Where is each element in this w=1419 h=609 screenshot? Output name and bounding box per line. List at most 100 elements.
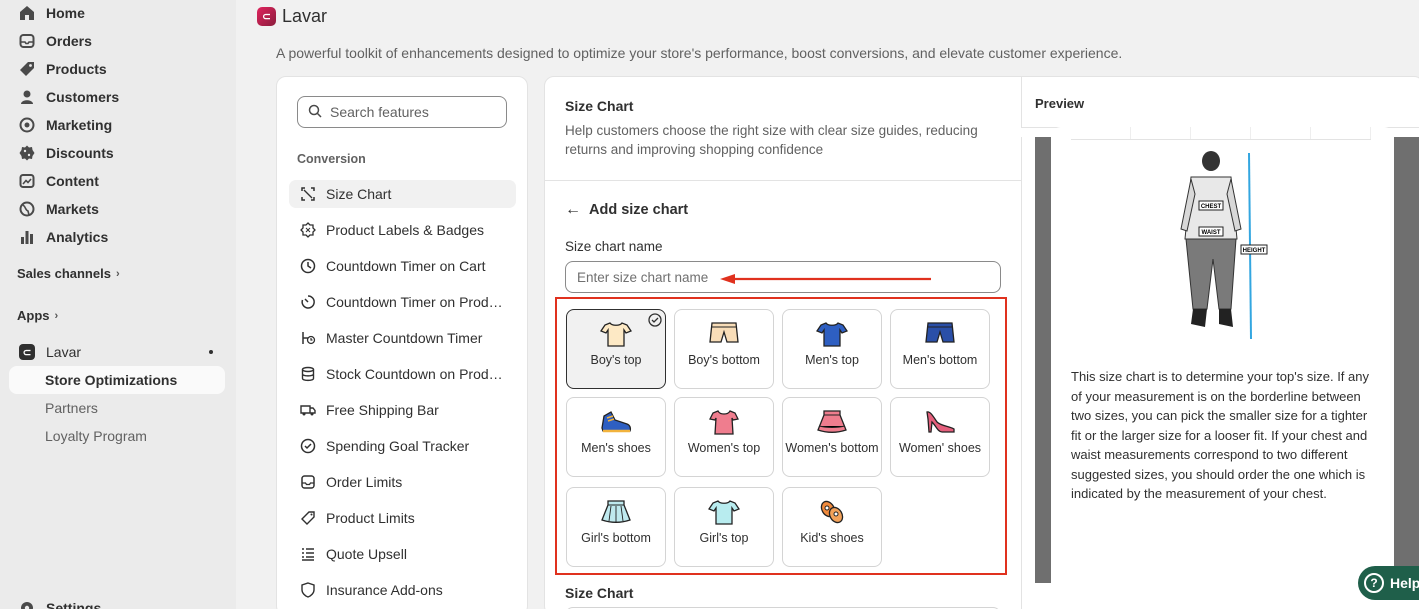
template-mens-shoes[interactable]: Men's shoes	[566, 397, 666, 477]
help-button[interactable]: ? Help	[1358, 566, 1419, 600]
sidebar-item-orders[interactable]: Orders	[9, 27, 225, 55]
shield-icon	[299, 581, 317, 599]
feature-product-limits[interactable]: Product Limits	[289, 504, 516, 532]
tshirt-icon	[600, 322, 632, 347]
feature-label: Product Labels & Badges	[326, 222, 484, 238]
search-input[interactable]	[330, 104, 490, 120]
arrow-left-icon: ←	[565, 201, 581, 218]
template-womens-shoes[interactable]: Women' shoes	[890, 397, 990, 477]
back-button[interactable]: ← Add size chart	[565, 201, 688, 219]
check-circle-icon	[648, 313, 662, 327]
annotation-arrow-icon	[720, 274, 931, 284]
feature-countdown-product[interactable]: Countdown Timer on Product Page	[289, 288, 516, 316]
sidebar-item-markets[interactable]: Markets	[9, 195, 225, 223]
template-womens-top[interactable]: Women's top	[674, 397, 774, 477]
sidebar-item-label: Products	[46, 61, 107, 77]
sidebar-item-content[interactable]: Content	[9, 167, 225, 195]
feature-label: Size Chart	[326, 186, 392, 202]
feature-size-chart[interactable]: Size Chart	[289, 180, 516, 208]
template-girls-bottom[interactable]: Girl's bottom	[566, 487, 666, 567]
apps-label: Apps	[17, 308, 50, 323]
stopwatch-icon	[299, 329, 317, 347]
check-circle-icon	[299, 437, 317, 455]
feature-label: Free Shipping Bar	[326, 402, 439, 418]
feature-product-labels[interactable]: Product Labels & Badges	[289, 216, 516, 244]
lavar-app-icon: ⊂	[18, 343, 36, 361]
help-label: Help	[1390, 575, 1419, 591]
template-grid: Boy's top Boy's bottom Men's top Men's b…	[555, 297, 1007, 575]
sidebar-item-discounts[interactable]: Discounts	[9, 139, 225, 167]
sidebar-sub-partners[interactable]: Partners	[9, 394, 225, 422]
template-boys-top[interactable]: Boy's top	[566, 309, 666, 389]
analytics-icon	[18, 228, 36, 246]
measurement-figure-icon: CHEST WAIST HEIGHT	[1180, 151, 1268, 340]
sidebar-item-settings[interactable]: Settings	[9, 594, 225, 609]
template-label: Men's bottom	[902, 353, 978, 367]
skirt-icon	[817, 410, 847, 433]
shirt-icon	[816, 322, 848, 347]
sidebar-item-label: Customers	[46, 89, 120, 105]
sidebar-sub-loyalty-program[interactable]: Loyalty Program	[9, 422, 225, 450]
sidebar-item-label: Discounts	[46, 145, 114, 161]
feature-free-shipping[interactable]: Free Shipping Bar	[289, 396, 516, 424]
template-mens-bottom[interactable]: Men's bottom	[890, 309, 990, 389]
marketing-icon	[18, 116, 36, 134]
feature-master-countdown[interactable]: Master Countdown Timer	[289, 324, 516, 352]
preview-label: Preview	[1035, 96, 1085, 111]
feature-label: Insurance Add-ons	[326, 582, 443, 598]
template-label: Women's top	[687, 441, 761, 455]
feature-list-card: Conversion Size Chart Product Labels & B…	[276, 76, 528, 609]
apps-header[interactable]: Apps ›	[17, 308, 58, 323]
feature-quote-upsell[interactable]: Quote Upsell	[289, 540, 516, 568]
feature-label: Order Limits	[326, 474, 403, 490]
feature-label: Product Limits	[326, 510, 415, 526]
pin-dot-icon	[209, 350, 213, 354]
feature-label: Stock Countdown on Product Page	[326, 366, 506, 382]
feature-stock-countdown[interactable]: Stock Countdown on Product Page	[289, 360, 516, 388]
sidebar-item-label: Marketing	[46, 117, 113, 133]
feature-order-limits[interactable]: Order Limits	[289, 468, 516, 496]
sidebar-item-label: Settings	[46, 600, 102, 609]
divider	[545, 180, 1021, 181]
chest-label: CHEST	[1201, 204, 1222, 210]
sales-channels-header[interactable]: Sales channels ›	[17, 266, 120, 281]
sidebar-item-lavar[interactable]: ⊂ Lavar	[9, 338, 225, 366]
feature-countdown-cart[interactable]: Countdown Timer on Cart	[289, 252, 516, 280]
feature-spending-goal[interactable]: Spending Goal Tracker	[289, 432, 516, 460]
template-girls-top[interactable]: Girl's top	[674, 487, 774, 567]
sneaker-icon	[601, 411, 632, 433]
sidebar-item-label: Analytics	[46, 229, 109, 245]
search-box[interactable]	[297, 96, 507, 128]
page-title: Lavar	[282, 6, 328, 26]
sidebar-item-analytics[interactable]: Analytics	[9, 223, 225, 251]
sidebar-item-home[interactable]: Home	[9, 0, 225, 27]
sidebar-item-customers[interactable]: Customers	[9, 83, 225, 111]
help-icon: ?	[1364, 573, 1384, 593]
markets-icon	[18, 200, 36, 218]
sidebar-item-label: Lavar	[46, 344, 82, 360]
template-womens-bottom[interactable]: Women's bottom	[782, 397, 882, 477]
template-kids-shoes[interactable]: Kid's shoes	[782, 487, 882, 567]
kids-shoes-icon	[820, 500, 844, 524]
template-label: Girl's top	[699, 531, 749, 545]
lavar-logo-icon: ⊂	[257, 7, 276, 26]
template-mens-top[interactable]: Men's top	[782, 309, 882, 389]
sidebar-item-products[interactable]: Products	[9, 55, 225, 83]
sidebar-item-label: Content	[46, 173, 99, 189]
tag-icon	[299, 509, 317, 527]
discounts-icon	[18, 144, 36, 162]
sidebar-sub-label: Partners	[45, 400, 98, 416]
resize-icon	[299, 185, 317, 203]
gear-icon	[18, 599, 36, 609]
orders-icon	[18, 32, 36, 50]
sidebar-sub-store-optimizations[interactable]: Store Optimizations	[9, 366, 225, 394]
sidebar-item-marketing[interactable]: Marketing	[9, 111, 225, 139]
database-icon	[299, 365, 317, 383]
feature-insurance-addons[interactable]: Insurance Add-ons	[289, 576, 516, 604]
template-label: Boy's top	[590, 353, 642, 367]
shorts-icon	[709, 322, 739, 343]
template-label: Men's shoes	[581, 441, 651, 455]
template-boys-bottom[interactable]: Boy's bottom	[674, 309, 774, 389]
back-label: Add size chart	[589, 202, 689, 218]
shorts-icon	[925, 322, 955, 343]
